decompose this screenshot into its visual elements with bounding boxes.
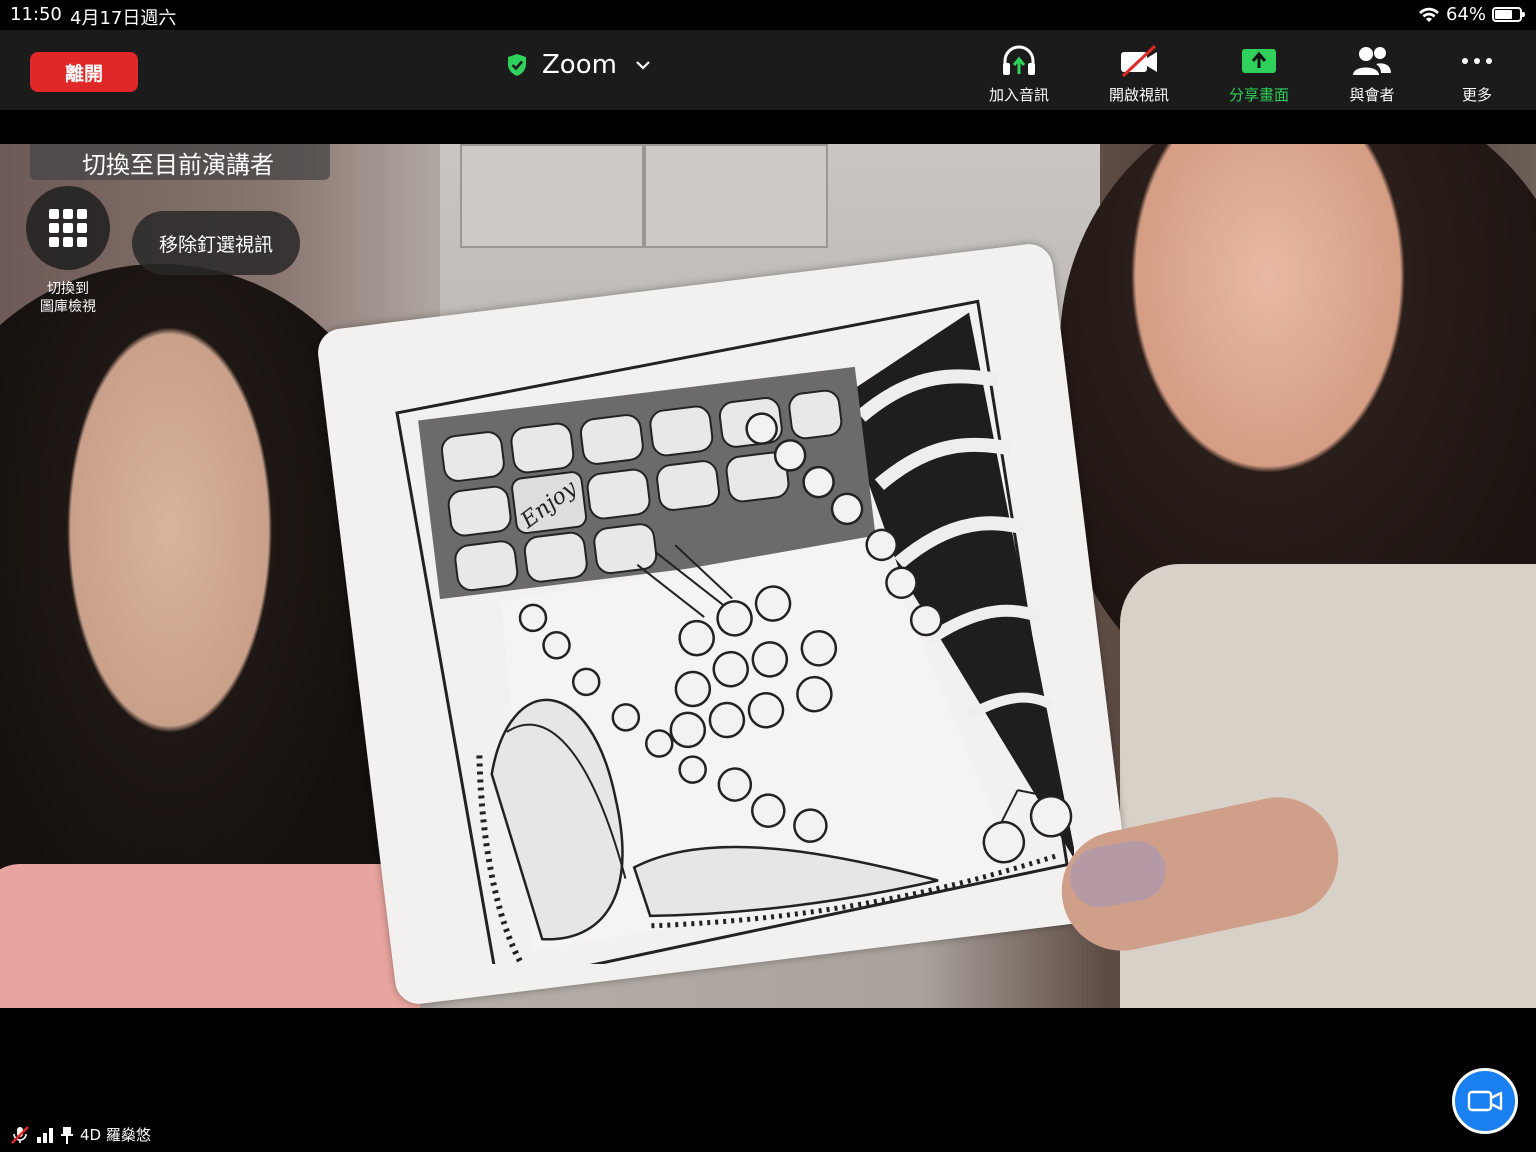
gallery-label-line1: 切換到: [47, 281, 89, 297]
unpin-video-button[interactable]: 移除釘選視訊: [132, 211, 300, 275]
video-cabinet: [460, 144, 644, 248]
more-button[interactable]: 更多: [1427, 44, 1527, 105]
meeting-title[interactable]: Zoom: [506, 50, 651, 80]
participants-icon: [1353, 47, 1391, 75]
participants-label: 與會者: [1349, 86, 1395, 104]
wifi-icon: [1418, 7, 1439, 22]
video-cabinet: [644, 144, 828, 248]
meeting-toolbar: 離開 Zoom 加入音訊 開啟視訊 分享畫面 與會者 更多: [0, 30, 1536, 110]
start-video-button[interactable]: 開啟視訊: [1089, 44, 1189, 105]
battery-icon: [1492, 7, 1525, 22]
camera-button[interactable]: [1452, 1068, 1518, 1134]
gallery-label-line2: 圖庫檢視: [40, 299, 96, 315]
leave-button[interactable]: 離開: [30, 52, 138, 92]
camera-off-icon: [1121, 44, 1157, 78]
participants-button[interactable]: 與會者: [1322, 44, 1422, 105]
share-screen-icon: [1242, 49, 1276, 73]
headphones-icon: [1003, 45, 1035, 75]
status-time: 11:50: [10, 4, 62, 25]
participant-name-bar: 4D 羅燊悠: [10, 1124, 151, 1145]
zentangle-drawing: Enjoy: [395, 299, 1074, 964]
participant-name: 4D 羅燊悠: [80, 1126, 151, 1144]
start-video-label: 開啟視訊: [1108, 86, 1169, 104]
share-screen-label: 分享畫面: [1228, 86, 1289, 104]
video-person-left-shirt: [0, 864, 420, 1008]
video-camera-icon: [1467, 1090, 1503, 1112]
shield-icon: [508, 54, 526, 76]
gallery-view-button[interactable]: [26, 186, 110, 270]
status-date: 4月17日週六: [70, 8, 177, 29]
signal-icon: [37, 1127, 53, 1143]
more-label: 更多: [1461, 86, 1492, 104]
join-audio-button[interactable]: 加入音訊: [969, 44, 1069, 105]
status-bar: 11:50 4月17日週六 64%: [0, 0, 1536, 30]
gallery-view-label: 切換到 圖庫檢視: [20, 280, 116, 316]
share-screen-button[interactable]: 分享畫面: [1209, 44, 1309, 105]
battery-level: [1495, 10, 1512, 19]
app-title: Zoom: [542, 50, 617, 80]
bottom-area: [0, 1008, 1536, 1152]
switch-to-active-speaker-button[interactable]: 切換至目前演講者: [30, 144, 330, 180]
grid-icon: [49, 209, 87, 247]
battery-percent: 64%: [1445, 4, 1486, 25]
join-audio-label: 加入音訊: [988, 86, 1049, 104]
more-icon: [1462, 58, 1492, 64]
status-right: 64%: [1418, 4, 1525, 25]
video-person-right-shirt: [1120, 564, 1536, 1008]
mic-muted-icon: [11, 1125, 29, 1144]
chevron-down-icon: [636, 61, 650, 70]
pin-icon: [61, 1126, 73, 1144]
